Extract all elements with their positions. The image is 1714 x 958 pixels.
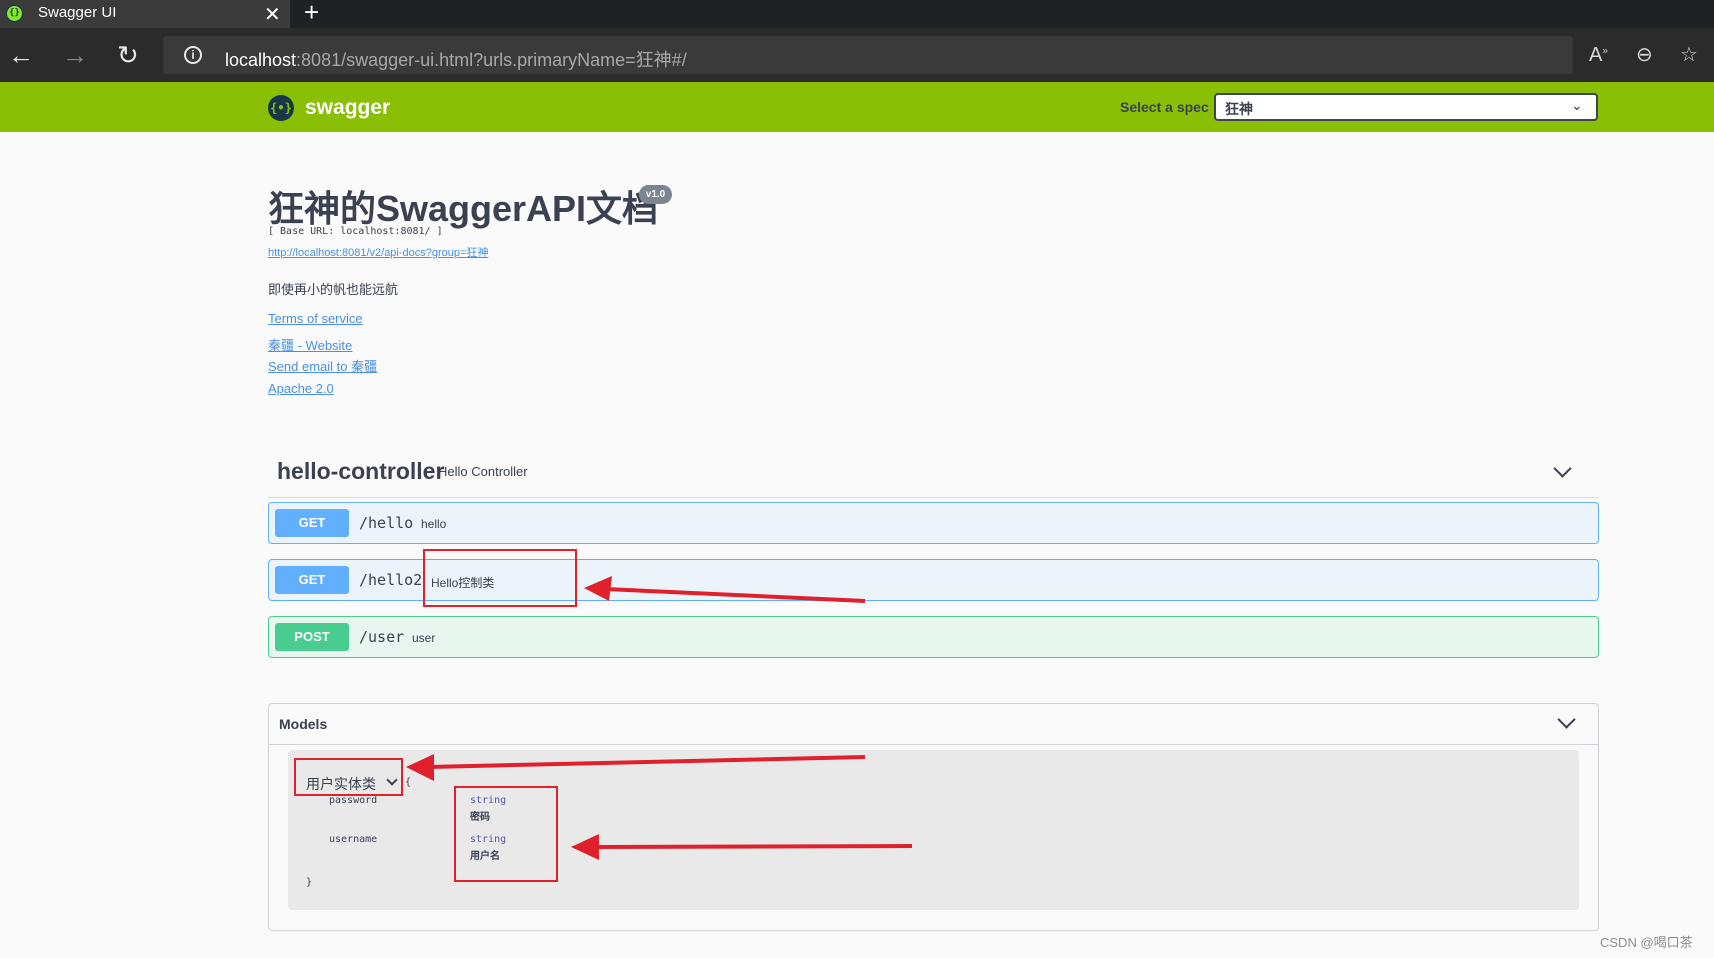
annotation-arrowhead: [584, 576, 612, 601]
annotation-arrow-shaft: [594, 844, 913, 849]
annotation-arrow-shaft: [604, 587, 866, 603]
annotation-arrow-shaft: [427, 755, 866, 769]
annotation-arrowhead: [406, 754, 434, 781]
annotation-arrows: [406, 576, 913, 860]
annotation-arrowhead: [571, 834, 599, 860]
watermark: CSDN @喝口茶: [1600, 935, 1693, 950]
